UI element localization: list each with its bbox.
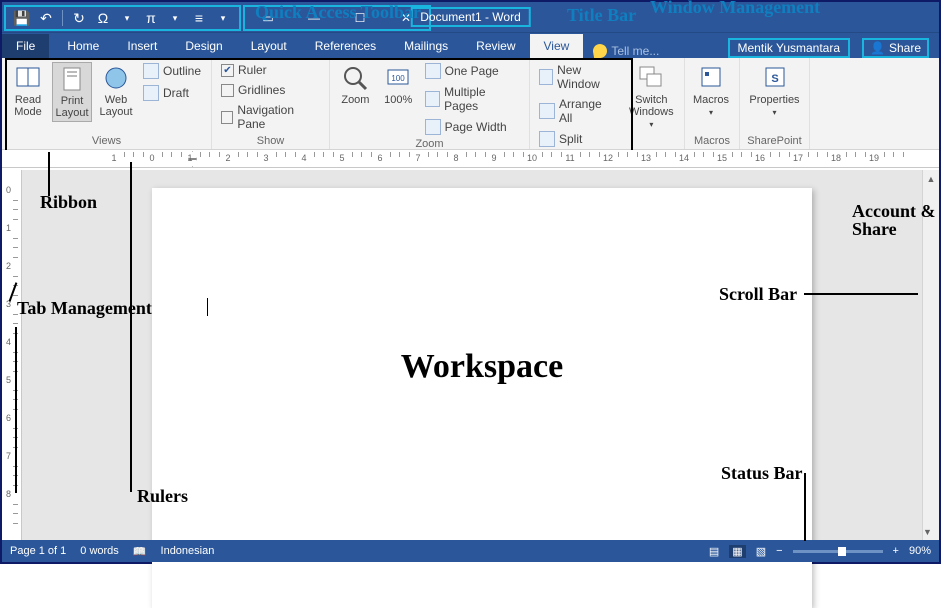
zoom-in-button[interactable]: + <box>893 545 899 557</box>
vertical-ruler[interactable]: 012345678 <box>2 170 22 540</box>
language-status[interactable]: Indonesian <box>161 545 215 557</box>
tell-me[interactable]: Tell me... <box>583 44 669 58</box>
printlayout-view-icon[interactable]: ▦ <box>729 545 745 558</box>
outline-icon <box>143 63 159 79</box>
views-group-label: Views <box>8 133 205 149</box>
draft-button[interactable]: Draft <box>140 84 204 102</box>
show-group-label: Show <box>218 133 323 149</box>
arrange-all-button[interactable]: Arrange All <box>536 96 621 126</box>
pi-icon[interactable]: π <box>141 8 161 28</box>
zoom-slider[interactable] <box>793 550 883 553</box>
print-layout-button[interactable]: Print Layout <box>52 62 92 122</box>
title-bar: 💾 ↶ ↻ Ω ▾ π ▾ ≡ ▾ Document1 - Word ▭ — ☐… <box>2 2 939 32</box>
magnifier-icon <box>341 64 369 92</box>
tab-layout[interactable]: Layout <box>237 34 301 58</box>
save-icon[interactable]: 💾 <box>12 8 32 28</box>
draft-icon <box>143 85 159 101</box>
read-mode-button[interactable]: Read Mode <box>8 62 48 120</box>
window-management: ▭ — ☐ ✕ <box>243 5 431 31</box>
sharepoint-icon: S <box>761 64 789 92</box>
maximize-icon[interactable]: ☐ <box>337 7 383 29</box>
zoom-100-button[interactable]: 100100% <box>379 62 418 108</box>
page-icon <box>58 65 86 93</box>
tab-home[interactable]: Home <box>53 34 113 58</box>
macros-button[interactable]: Macros▾ <box>691 62 731 119</box>
svg-text:S: S <box>771 73 778 85</box>
vertical-scrollbar[interactable]: ▲ ▼ <box>922 170 939 540</box>
tab-mailings[interactable]: Mailings <box>390 34 462 58</box>
horizontal-ruler[interactable]: 1012345678910111213141516171819 <box>2 150 939 168</box>
tab-design[interactable]: Design <box>171 34 236 58</box>
multipage-icon <box>425 91 440 107</box>
tab-insert[interactable]: Insert <box>113 34 171 58</box>
svg-text:100: 100 <box>392 74 406 83</box>
navpane-checkbox[interactable]: Navigation Pane <box>218 102 323 132</box>
switch-windows-button[interactable]: Switch Windows▾ <box>625 62 678 131</box>
word-count[interactable]: 0 words <box>80 545 119 557</box>
zoom-button[interactable]: Zoom <box>336 62 375 108</box>
ribbon-options-icon[interactable]: ▭ <box>245 7 291 29</box>
share-button[interactable]: 👤Share <box>862 38 929 58</box>
web-layout-button[interactable]: Web Layout <box>96 62 136 120</box>
tab-view[interactable]: View <box>530 34 584 58</box>
minimize-icon[interactable]: — <box>291 7 337 29</box>
gridlines-checkbox[interactable]: Gridlines <box>218 82 323 98</box>
scroll-up-icon[interactable]: ▲ <box>923 170 939 187</box>
outline-button[interactable]: Outline <box>140 62 204 80</box>
one-page-button[interactable]: One Page <box>422 62 523 80</box>
status-bar: Page 1 of 1 0 words 📖 Indonesian ▤ ▦ ▧ −… <box>2 540 939 562</box>
text-cursor <box>207 298 208 316</box>
user-name[interactable]: Mentik Yusmantara <box>728 38 851 58</box>
new-window-button[interactable]: New Window <box>536 62 621 92</box>
macros-icon <box>697 64 725 92</box>
scroll-down-icon[interactable]: ▼ <box>923 523 932 540</box>
workspace-label: Workspace <box>401 348 563 386</box>
book-icon <box>14 64 42 92</box>
ruler-checkbox[interactable]: ✔Ruler <box>218 62 323 78</box>
hundred-icon: 100 <box>384 64 412 92</box>
ribbon-tabs: File Home Insert Design Layout Reference… <box>2 32 939 58</box>
document-title: Document1 - Word <box>410 7 530 27</box>
lightbulb-icon <box>592 43 608 59</box>
multi-page-button[interactable]: Multiple Pages <box>422 84 523 114</box>
account-area: Mentik Yusmantara 👤Share <box>728 38 939 58</box>
arrange-icon <box>539 103 555 119</box>
zoom-out-button[interactable]: − <box>776 545 782 557</box>
zoom-level[interactable]: 90% <box>909 545 931 557</box>
tab-references[interactable]: References <box>301 34 390 58</box>
newwindow-icon <box>539 69 553 85</box>
tab-review[interactable]: Review <box>462 34 529 58</box>
split-button[interactable]: Split <box>536 130 621 148</box>
proofing-icon[interactable]: 📖 <box>133 545 147 558</box>
onepage-icon <box>425 63 441 79</box>
globe-icon <box>102 64 130 92</box>
tab-file[interactable]: File <box>2 34 49 58</box>
pagewidth-icon <box>425 119 441 135</box>
switch-icon <box>637 64 665 92</box>
page-width-button[interactable]: Page Width <box>422 118 523 136</box>
omega-icon[interactable]: Ω <box>93 8 113 28</box>
readmode-view-icon[interactable]: ▤ <box>709 545 719 558</box>
page-status[interactable]: Page 1 of 1 <box>10 545 66 557</box>
sp-group-label: SharePoint <box>746 133 803 149</box>
redo-icon[interactable]: ↻ <box>69 8 89 28</box>
split-icon <box>539 131 555 147</box>
list-icon[interactable]: ≡ <box>189 8 209 28</box>
person-icon: 👤 <box>870 41 885 55</box>
weblayout-view-icon[interactable]: ▧ <box>756 545 766 558</box>
undo-icon[interactable]: ↶ <box>36 8 56 28</box>
macros-group-label: Macros <box>691 133 733 149</box>
ribbon: Read Mode Print Layout Web Layout Outlin… <box>2 58 939 150</box>
properties-button[interactable]: SProperties▾ <box>746 62 803 119</box>
quick-access-toolbar: 💾 ↶ ↻ Ω ▾ π ▾ ≡ ▾ <box>4 5 241 31</box>
